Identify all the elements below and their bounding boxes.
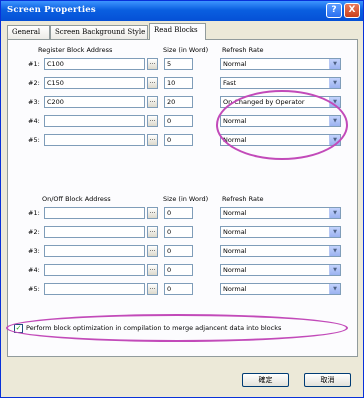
cancel-button[interactable]: 取消 — [304, 373, 351, 387]
dropdown-arrow-icon[interactable]: ▼ — [329, 135, 340, 145]
close-button[interactable]: X — [344, 3, 360, 18]
register-address-input[interactable]: C100 — [44, 58, 145, 70]
onoff-refresh-rate-select[interactable]: Normal ▼ — [220, 245, 341, 257]
register-refresh-rate-value: Normal — [223, 136, 247, 144]
register-refresh-rate-value: Normal — [223, 60, 247, 68]
onoff-browse-button[interactable]: ... — [147, 264, 158, 276]
register-row-label: #2: — [28, 79, 40, 87]
dropdown-arrow-icon[interactable]: ▼ — [329, 265, 340, 275]
onoff-address-input[interactable] — [44, 283, 145, 295]
optimization-option[interactable]: ✓ Perform block optimization in compilat… — [14, 323, 344, 335]
register-size-input[interactable]: 20 — [164, 96, 193, 108]
register-refresh-rate-select[interactable]: On Changed by Operator ▼ — [220, 96, 341, 108]
onoff-refresh-rate-value: Normal — [223, 228, 247, 236]
onoff-address-input[interactable] — [44, 245, 145, 257]
onoff-refresh-rate-value: Normal — [223, 247, 247, 255]
onoff-refresh-rate-select[interactable]: Normal ▼ — [220, 283, 341, 295]
onoff-refresh-rate-value: Normal — [223, 285, 247, 293]
dropdown-arrow-icon[interactable]: ▼ — [329, 59, 340, 69]
register-address-header: Register Block Address — [38, 46, 113, 54]
onoff-address-header: On/Off Block Address — [42, 195, 111, 203]
register-address-input[interactable] — [44, 115, 145, 127]
onoff-row-label: #5: — [28, 285, 40, 293]
register-browse-button[interactable]: ... — [147, 77, 158, 89]
window-title: Screen Properties — [7, 5, 96, 15]
register-browse-button[interactable]: ... — [147, 96, 158, 108]
tab-screen-background-style[interactable]: Screen Background Style — [50, 25, 148, 39]
register-refresh-rate-value: Fast — [223, 79, 237, 87]
optimization-label: Perform block optimization in compilatio… — [26, 324, 282, 332]
register-browse-button[interactable]: ... — [147, 115, 158, 127]
register-row-label: #5: — [28, 136, 40, 144]
onoff-size-input[interactable]: 0 — [164, 283, 193, 295]
register-size-input[interactable]: 0 — [164, 115, 193, 127]
onoff-refresh-rate-select[interactable]: Normal ▼ — [220, 226, 341, 238]
onoff-row-label: #4: — [28, 266, 40, 274]
register-address-input[interactable] — [44, 134, 145, 146]
onoff-refresh-rate-value: Normal — [223, 209, 247, 217]
onoff-refresh-rate-value: Normal — [223, 266, 247, 274]
onoff-row-label: #3: — [28, 247, 40, 255]
register-size-input[interactable]: 10 — [164, 77, 193, 89]
register-row-label: #3: — [28, 98, 40, 106]
onoff-row-label: #2: — [28, 228, 40, 236]
register-browse-button[interactable]: ... — [147, 58, 158, 70]
register-rate-header: Refresh Rate — [222, 46, 264, 54]
dropdown-arrow-icon[interactable]: ▼ — [329, 227, 340, 237]
onoff-size-input[interactable]: 0 — [164, 264, 193, 276]
screen-properties-dialog: Screen Properties ? X General Screen Bac… — [0, 0, 364, 398]
dropdown-arrow-icon[interactable]: ▼ — [329, 78, 340, 88]
tab-read-blocks[interactable]: Read Blocks — [149, 23, 206, 40]
dropdown-arrow-icon[interactable]: ▼ — [329, 246, 340, 256]
dropdown-arrow-icon[interactable]: ▼ — [329, 284, 340, 294]
read-blocks-panel: Register Block Address Size (in Word) Re… — [6, 39, 358, 357]
onoff-size-input[interactable]: 0 — [164, 245, 193, 257]
onoff-browse-button[interactable]: ... — [147, 283, 158, 295]
onoff-size-header: Size (in Word) — [163, 195, 209, 203]
onoff-refresh-rate-select[interactable]: Normal ▼ — [220, 207, 341, 219]
onoff-browse-button[interactable]: ... — [147, 245, 158, 257]
onoff-size-input[interactable]: 0 — [164, 226, 193, 238]
register-address-input[interactable]: C150 — [44, 77, 145, 89]
tab-general[interactable]: General — [7, 25, 50, 39]
dropdown-arrow-icon[interactable]: ▼ — [329, 208, 340, 218]
onoff-browse-button[interactable]: ... — [147, 207, 158, 219]
dropdown-arrow-icon[interactable]: ▼ — [329, 116, 340, 126]
onoff-refresh-rate-select[interactable]: Normal ▼ — [220, 264, 341, 276]
ok-button[interactable]: 確定 — [242, 373, 289, 387]
register-row-label: #4: — [28, 117, 40, 125]
help-button[interactable]: ? — [326, 3, 342, 18]
onoff-browse-button[interactable]: ... — [147, 226, 158, 238]
optimization-checkbox[interactable]: ✓ — [14, 324, 23, 333]
onoff-address-input[interactable] — [44, 207, 145, 219]
register-refresh-rate-select[interactable]: Normal ▼ — [220, 115, 341, 127]
register-size-input[interactable]: 5 — [164, 58, 193, 70]
register-row-label: #1: — [28, 60, 40, 68]
register-size-input[interactable]: 0 — [164, 134, 193, 146]
register-browse-button[interactable]: ... — [147, 134, 158, 146]
onoff-rate-header: Refresh Rate — [222, 195, 264, 203]
onoff-row-label: #1: — [28, 209, 40, 217]
onoff-size-input[interactable]: 0 — [164, 207, 193, 219]
onoff-address-input[interactable] — [44, 226, 145, 238]
register-refresh-rate-select[interactable]: Fast ▼ — [220, 77, 341, 89]
register-refresh-rate-select[interactable]: Normal ▼ — [220, 134, 341, 146]
title-bar[interactable]: Screen Properties ? X — [1, 1, 363, 21]
register-size-header: Size (in Word) — [163, 46, 209, 54]
register-refresh-rate-select[interactable]: Normal ▼ — [220, 58, 341, 70]
register-refresh-rate-value: On Changed by Operator — [223, 98, 305, 106]
onoff-address-input[interactable] — [44, 264, 145, 276]
register-address-input[interactable]: C200 — [44, 96, 145, 108]
dropdown-arrow-icon[interactable]: ▼ — [329, 97, 340, 107]
register-refresh-rate-value: Normal — [223, 117, 247, 125]
